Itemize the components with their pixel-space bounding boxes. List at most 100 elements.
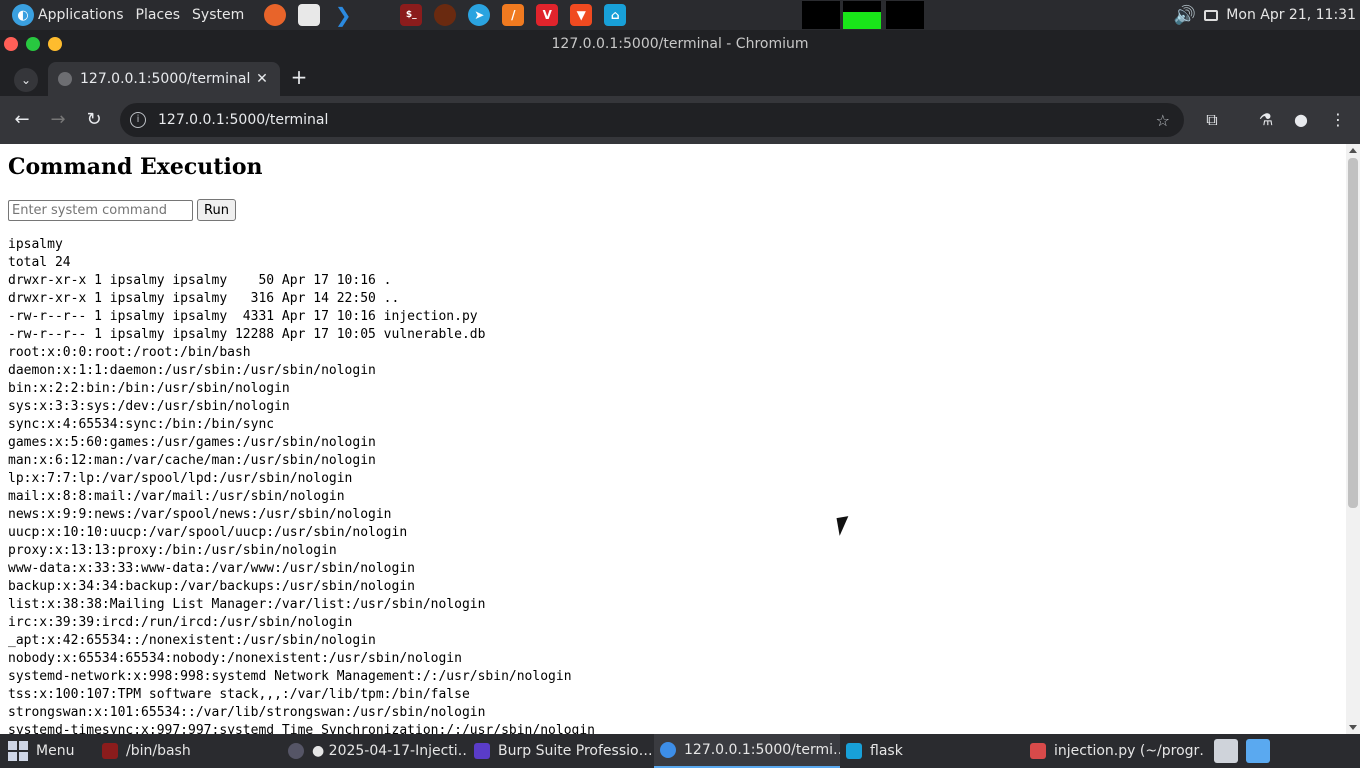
scrollbar-thumb[interactable]: [1348, 158, 1358, 508]
labs-flask-icon[interactable]: ⚗: [1254, 108, 1278, 132]
new-tab-button[interactable]: +: [288, 66, 310, 88]
extensions-icon[interactable]: ⧉: [1200, 108, 1224, 132]
output-line: lp:x:7:7:lp:/var/spool/lpd:/usr/sbin/nol…: [8, 471, 353, 486]
output-line: uucp:x:10:10:uucp:/var/spool/uucp:/usr/s…: [8, 525, 408, 540]
maximize-window-button[interactable]: [48, 37, 62, 51]
launcher-bar: ❯ $_ ➤ / V ▼ ⌂: [258, 3, 632, 27]
output-line: mail:x:8:8:mail:/var/mail:/usr/sbin/nolo…: [8, 489, 345, 504]
output-line: _apt:x:42:65534::/nonexistent:/usr/sbin/…: [8, 633, 376, 648]
close-window-button[interactable]: [4, 37, 18, 51]
output-line: systemd-timesync:x:997:997:systemd Time …: [8, 723, 595, 734]
output-line: sys:x:3:3:sys:/dev:/usr/sbin/nologin: [8, 399, 290, 414]
chromium-icon: [660, 742, 676, 758]
page-scrollbar[interactable]: [1346, 144, 1360, 734]
wireshark-launcher-icon[interactable]: [434, 4, 457, 26]
profile-avatar-icon[interactable]: ●: [1289, 108, 1313, 132]
places-menu[interactable]: Places: [130, 0, 187, 30]
output-line: total 24: [8, 255, 71, 270]
terminal-icon: [102, 743, 118, 759]
forward-button[interactable]: →: [44, 106, 72, 134]
output-line: proxy:x:13:13:proxy:/bin:/usr/sbin/nolog…: [8, 543, 337, 558]
task-label: /bin/bash: [126, 743, 191, 759]
page-heading: Command Execution: [8, 154, 263, 180]
terminal-launcher-icon[interactable]: $_: [400, 4, 423, 26]
browser-menu-icon[interactable]: ⋮: [1326, 108, 1350, 132]
back-button[interactable]: ←: [8, 106, 36, 134]
task-flask-folder[interactable]: flask: [840, 734, 1020, 768]
firefox-launcher-icon[interactable]: [264, 4, 287, 26]
places-menu-label: Places: [135, 7, 181, 23]
output-line: -rw-r--r-- 1 ipsalmy ipsalmy 4331 Apr 17…: [8, 309, 478, 324]
site-info-icon[interactable]: i: [130, 112, 146, 128]
scroll-down-arrow-icon[interactable]: [1349, 725, 1357, 730]
task-label: flask: [870, 743, 903, 759]
close-tab-icon[interactable]: ✕: [252, 71, 272, 87]
output-line: backup:x:34:34:backup:/var/backups:/usr/…: [8, 579, 415, 594]
burp-suite-icon: [474, 743, 490, 759]
address-url[interactable]: 127.0.0.1:5000/terminal: [158, 112, 1156, 128]
output-line: tss:x:100:107:TPM software stack,,,:/var…: [8, 687, 470, 702]
system-tray: 🔊 Mon Apr 21, 11:31: [1174, 0, 1360, 30]
volume-icon[interactable]: 🔊: [1174, 5, 1196, 26]
text-file-icon: [1030, 743, 1046, 759]
tab-terminal[interactable]: 127.0.0.1:5000/terminal ✕: [48, 62, 280, 96]
telegram-launcher-icon[interactable]: ➤: [468, 4, 491, 26]
scroll-up-arrow-icon[interactable]: [1349, 148, 1357, 153]
task-chromium[interactable]: 127.0.0.1:5000/termi…: [654, 734, 840, 768]
output-line: nobody:x:65534:65534:nobody:/nonexistent…: [8, 651, 462, 666]
bookmark-star-icon[interactable]: ☆: [1156, 111, 1170, 130]
system-menu[interactable]: System: [186, 0, 250, 30]
task-label: injection.py (~/progr…: [1054, 743, 1204, 759]
globe-icon: [58, 72, 72, 86]
output-line: drwxr-xr-x 1 ipsalmy ipsalmy 50 Apr 17 1…: [8, 273, 392, 288]
reload-button[interactable]: ↻: [80, 106, 108, 134]
cpu-monitor-graph: [802, 1, 840, 29]
task-bash[interactable]: /bin/bash: [96, 734, 276, 768]
output-line: man:x:6:12:man:/var/cache/man:/usr/sbin/…: [8, 453, 376, 468]
output-line: drwxr-xr-x 1 ipsalmy ipsalmy 316 Apr 14 …: [8, 291, 400, 306]
start-menu-button[interactable]: Menu: [0, 734, 82, 768]
archive-tray-icon[interactable]: [1214, 739, 1238, 763]
folder-icon: [846, 743, 862, 759]
output-line: www-data:x:33:33:www-data:/var/www:/usr/…: [8, 561, 415, 576]
text-editor-launcher-icon[interactable]: [298, 4, 321, 26]
window-title: 127.0.0.1:5000/terminal - Chromium: [551, 36, 809, 52]
window-titlebar[interactable]: 127.0.0.1:5000/terminal - Chromium: [0, 30, 1360, 58]
top-panel: ◐ Applications Places System ❯ $_ ➤ / V …: [0, 0, 1360, 30]
task-label: 127.0.0.1:5000/termi…: [684, 742, 840, 758]
files-launcher-icon[interactable]: ⌂: [604, 4, 627, 26]
task-injection-py[interactable]: injection.py (~/progr…: [1024, 734, 1204, 768]
postman-launcher-icon[interactable]: /: [502, 4, 525, 26]
vscode-launcher-icon[interactable]: ❯: [332, 3, 354, 27]
output-line: sync:x:4:65534:sync:/bin:/bin/sync: [8, 417, 275, 432]
tab-search-button[interactable]: ⌄: [14, 68, 38, 92]
notifications-icon[interactable]: [1204, 9, 1219, 21]
task-label: ● 2025-04-17-Injecti…: [312, 743, 466, 759]
network-monitor-graph: [886, 1, 924, 29]
output-line: list:x:38:38:Mailing List Manager:/var/l…: [8, 597, 486, 612]
taskbar: Menu /bin/bash ● 2025-04-17-Injecti… Bur…: [0, 734, 1360, 768]
distro-logo-icon: ◐: [12, 4, 34, 26]
output-line: -rw-r--r-- 1 ipsalmy ipsalmy 12288 Apr 1…: [8, 327, 486, 342]
output-line: games:x:5:60:games:/usr/games:/usr/sbin/…: [8, 435, 376, 450]
clock[interactable]: Mon Apr 21, 11:31: [1226, 7, 1356, 23]
system-menu-label: System: [192, 7, 245, 23]
run-button[interactable]: Run: [197, 199, 236, 221]
task-burp-suite[interactable]: Burp Suite Professio…: [468, 734, 652, 768]
output-line: systemd-network:x:998:998:systemd Networ…: [8, 669, 572, 684]
applications-menu[interactable]: ◐ Applications: [0, 0, 130, 30]
address-bar[interactable]: i 127.0.0.1:5000/terminal ☆: [120, 103, 1184, 137]
vivaldi-launcher-icon[interactable]: V: [536, 4, 559, 26]
command-input[interactable]: [8, 199, 193, 221]
task-vscode-injection[interactable]: ● 2025-04-17-Injecti…: [282, 734, 466, 768]
minimize-window-button[interactable]: [26, 37, 40, 51]
tab-strip: ⌄ 127.0.0.1:5000/terminal ✕ +: [0, 58, 1360, 96]
page-viewport: Command Execution Run ipsalmy total 24 drw…: [0, 144, 1346, 734]
command-form: Run: [8, 199, 236, 221]
editor-icon: [288, 743, 304, 759]
task-label: Burp Suite Professio…: [498, 743, 652, 759]
brave-launcher-icon[interactable]: ▼: [570, 4, 593, 26]
output-line: daemon:x:1:1:daemon:/usr/sbin:/usr/sbin/…: [8, 363, 376, 378]
chromium-tray-icon[interactable]: [1246, 739, 1270, 763]
